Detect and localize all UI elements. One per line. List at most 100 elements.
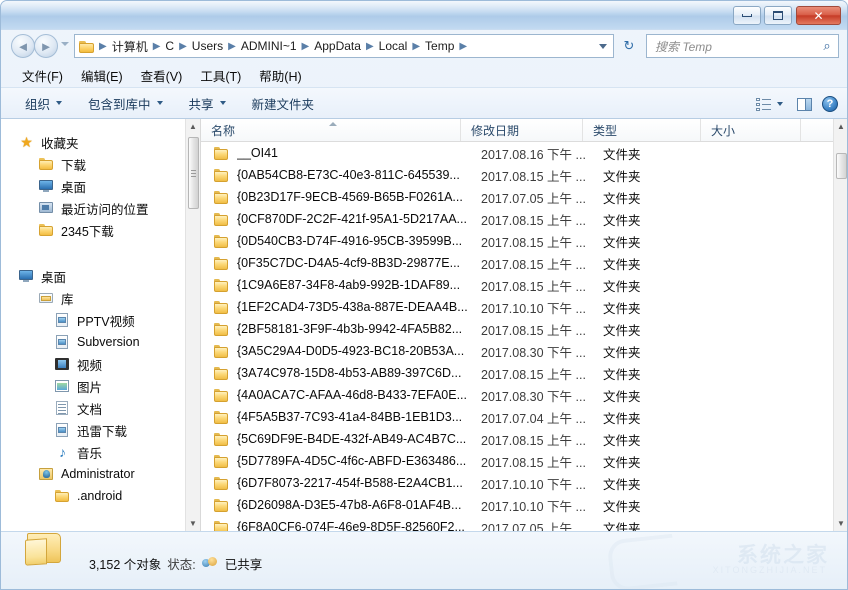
file-date-cell: 2017.07.05 上午 ... (481, 191, 586, 206)
menu-item-file[interactable]: 文件(F) (13, 63, 72, 88)
breadcrumb-item-6[interactable]: Temp (422, 38, 457, 54)
organize-button[interactable]: 组织 (15, 90, 72, 117)
folder-icon (213, 498, 230, 513)
table-row[interactable]: {0AB54CB8-E73C-40e3-811C-645539... 2017.0… (201, 164, 833, 186)
file-list-scroll-thumb[interactable] (836, 153, 847, 179)
menu-item-view[interactable]: 查看(V) (132, 63, 192, 88)
scroll-down-icon[interactable]: ▼ (834, 516, 847, 531)
new-folder-label: 新建文件夹 (251, 97, 315, 112)
table-row[interactable]: {3A5C29A4-D0D5-4923-BC18-20B53A... 2017.0… (201, 340, 833, 362)
table-row[interactable]: {3A74C978-15D8-4b53-AB89-397C6D... 2017.0… (201, 362, 833, 384)
folder-icon (213, 366, 230, 381)
share-with-button[interactable]: 共享 (179, 90, 236, 117)
column-header-date-label: 修改日期 (471, 123, 520, 138)
new-folder-button[interactable]: 新建文件夹 (242, 90, 325, 117)
table-row[interactable]: {6F8A0CF6-074F-46e9-8D5F-82560F2... 2017.… (201, 516, 833, 531)
close-button[interactable]: ✕ (796, 6, 841, 25)
column-header-date-modified[interactable]: 修改日期 (461, 119, 583, 141)
status-folder-icon (25, 529, 65, 567)
table-row[interactable]: {0B23D17F-9ECB-4569-B65B-F0261A... 2017.0… (201, 186, 833, 208)
scroll-up-icon[interactable]: ▲ (834, 119, 847, 134)
table-row[interactable]: {1EF2CAD4-73D5-438a-887E-DEAA4B... 2017.1… (201, 296, 833, 318)
sidebar-item-subversion[interactable]: Subversion (2, 331, 200, 353)
sidebar-item-pictures[interactable]: 图片 (2, 375, 200, 397)
navigation-pane-scrollbar[interactable]: ▲ ▼ (185, 119, 200, 531)
table-row[interactable]: {2BF58181-3F9F-4b3b-9942-4FA5B82... 2017.… (201, 318, 833, 340)
sidebar-item-pptv-video[interactable]: PPTV视频 (2, 309, 200, 331)
menu-item-tools[interactable]: 工具(T) (191, 63, 250, 88)
file-date-cell: 2017.08.16 下午 ... (481, 147, 586, 162)
sidebar-item-music[interactable]: ♪ 音乐 (2, 441, 200, 463)
table-row[interactable]: __OI41 2017.08.16 下午 ... 文件夹 (201, 142, 833, 164)
sidebar-group-desktop[interactable]: 桌面 (2, 265, 200, 287)
table-row[interactable]: {6D26098A-D3E5-47b8-A6F8-01AF4B... 2017.1… (201, 494, 833, 516)
sidebar-group-favorites[interactable]: ★ 收藏夹 (2, 131, 200, 153)
sidebar-item-downloads[interactable]: 下载 (2, 153, 200, 175)
column-header-size[interactable]: 大小 (701, 119, 801, 141)
help-button[interactable]: ? (819, 94, 841, 114)
address-bar[interactable]: ▶ 计算机 ▶ C ▶ Users ▶ ADMINI~1 ▶ AppData ▶… (74, 34, 614, 58)
change-view-button[interactable] (750, 95, 789, 114)
maximize-button[interactable] (764, 6, 792, 25)
table-row[interactable]: {6D7F8073-2217-454f-B588-E2A4CB1... 2017.… (201, 472, 833, 494)
breadcrumb-separator-5: ▶ (365, 40, 374, 52)
table-row[interactable]: {4F5A5B37-7C93-41a4-84BB-1EB1D3... 2017.0… (201, 406, 833, 428)
file-type-cell: 文件夹 (603, 389, 641, 404)
column-header-name[interactable]: 名称 (201, 119, 461, 141)
nav-top-spacer (2, 119, 200, 131)
table-row[interactable]: {0D540CB3-D74F-4916-95CB-39599B... 2017.0… (201, 230, 833, 252)
file-date-cell: 2017.07.04 上午 ... (481, 411, 586, 426)
sidebar-item-desktop[interactable]: 桌面 (2, 175, 200, 197)
file-list-scrollbar[interactable]: ▲ ▼ (833, 119, 847, 531)
maximize-icon (765, 7, 791, 24)
folder-icon (213, 476, 230, 491)
search-box[interactable]: 搜索 Temp ⌕ (646, 34, 839, 58)
breadcrumb-item-2[interactable]: Users (189, 38, 226, 54)
table-row[interactable]: {1C9A6E87-34F8-4ab9-992B-1DAF89... 2017.0… (201, 274, 833, 296)
desktop-icon (38, 179, 55, 194)
scroll-up-icon[interactable]: ▲ (186, 119, 200, 134)
back-button[interactable]: ◄ (11, 34, 35, 58)
column-header-type[interactable]: 类型 (583, 119, 701, 141)
breadcrumb-item-3[interactable]: ADMINI~1 (238, 38, 300, 54)
sidebar-item-pptv-video-label: PPTV视频 (77, 314, 135, 329)
breadcrumb-item-5[interactable]: Local (376, 38, 411, 54)
include-in-library-button[interactable]: 包含到库中 (78, 90, 173, 117)
sidebar-item-2345-downloads[interactable]: 2345下载 (2, 219, 200, 241)
sidebar-item-libraries[interactable]: 库 (2, 287, 200, 309)
sidebar-item-documents[interactable]: 文档 (2, 397, 200, 419)
scroll-down-icon[interactable]: ▼ (186, 516, 200, 531)
file-date-cell: 2017.08.15 上午 ... (481, 433, 586, 448)
sidebar-item-recent-places[interactable]: 最近访问的位置 (2, 197, 200, 219)
file-date-cell: 2017.08.30 下午 ... (481, 345, 586, 360)
breadcrumb-item-1[interactable]: C (162, 38, 177, 54)
breadcrumb-item-0[interactable]: 计算机 (109, 37, 151, 56)
title-bar-gloss (1, 1, 847, 13)
refresh-button[interactable]: ↻ (618, 34, 640, 58)
search-input[interactable]: 搜索 Temp (647, 38, 816, 55)
sidebar-item-thunder-download[interactable]: 迅雷下载 (2, 419, 200, 441)
table-row[interactable]: {0CF870DF-2C2F-421f-95A1-5D217AA... 2017.… (201, 208, 833, 230)
file-type-cell: 文件夹 (603, 477, 641, 492)
table-row[interactable]: {5D7789FA-4D5C-4f6c-ABFD-E363486... 2017.… (201, 450, 833, 472)
address-dropdown-icon[interactable] (599, 44, 607, 49)
breadcrumb-item-4[interactable]: AppData (311, 38, 364, 54)
recent-locations-dropdown-icon[interactable] (61, 42, 69, 46)
sidebar-item-android[interactable]: .android (2, 485, 200, 507)
sidebar-item-thunder-download-label: 迅雷下载 (77, 424, 128, 439)
sidebar-item-administrator[interactable]: Administrator (2, 463, 200, 485)
table-row[interactable]: {5C69DF9E-B4DE-432f-AB49-AC4B7C... 2017.0… (201, 428, 833, 450)
navigation-pane-scroll-thumb[interactable] (188, 137, 199, 209)
table-row[interactable]: {0F35C7DC-D4A5-4cf9-8B3D-29877E... 2017.0… (201, 252, 833, 274)
chevron-down-icon[interactable] (777, 102, 783, 106)
menu-item-edit[interactable]: 编辑(E) (72, 63, 132, 88)
forward-button[interactable]: ► (34, 34, 58, 58)
sidebar-item-videos[interactable]: 视频 (2, 353, 200, 375)
menu-item-help[interactable]: 帮助(H) (250, 63, 310, 88)
desktop-icon (18, 269, 35, 284)
table-row[interactable]: {4A0ACA7C-AFAA-46d8-B433-7EFA0E... 2017.0… (201, 384, 833, 406)
show-preview-pane-button[interactable] (793, 94, 815, 114)
minimize-button[interactable] (733, 6, 761, 25)
title-bar: ✕ (1, 1, 847, 30)
search-icon[interactable]: ⌕ (816, 38, 838, 54)
